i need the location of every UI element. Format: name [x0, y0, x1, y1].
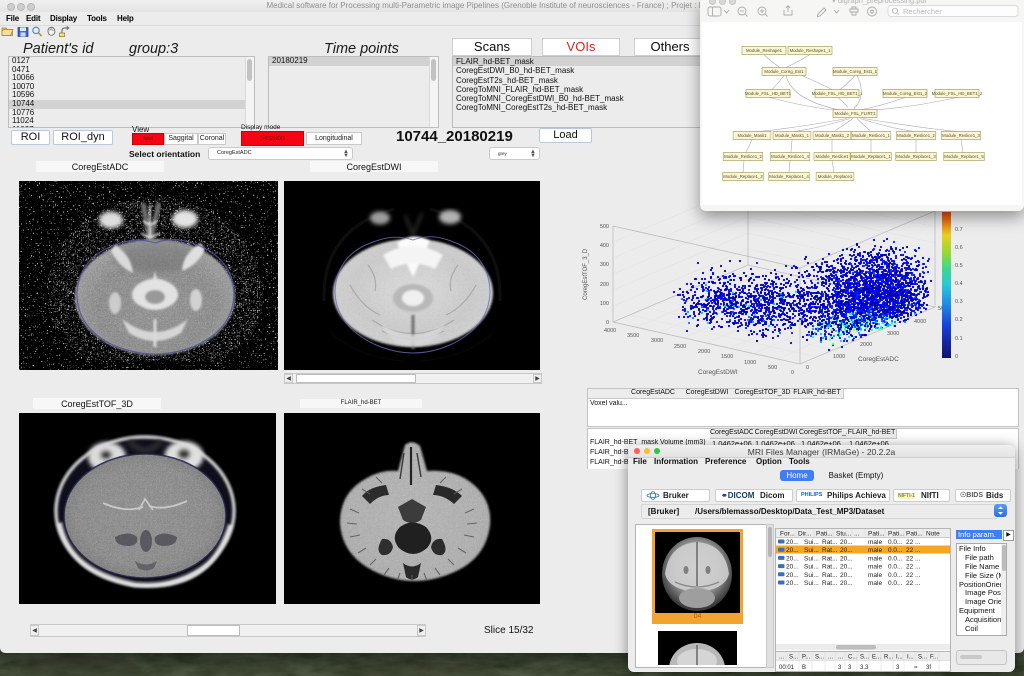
svg-text:3500: 3500 — [627, 333, 639, 339]
svg-text:3: 3 — [896, 665, 900, 671]
svg-text:300: 300 — [600, 262, 609, 268]
svg-text:0: 0 — [791, 370, 794, 376]
svg-text:1000: 1000 — [744, 360, 756, 366]
svg-text:Module_FSL_HD_BET1: Module_FSL_HD_BET1 — [745, 91, 792, 96]
svg-text:1000: 1000 — [833, 354, 845, 360]
svg-text:S...: S... — [860, 655, 869, 661]
svg-text:CoregEstTOF_3_D: CoregEstTOF_3_D — [583, 248, 589, 300]
svg-text:Module_Mask1: Module_Mask1 — [737, 133, 767, 138]
svg-text:S...: S... — [815, 655, 824, 661]
svg-text:...: ... — [838, 655, 843, 661]
svg-text:=: = — [914, 665, 918, 671]
svg-text:2500: 2500 — [674, 344, 686, 350]
svg-text:Module_Reslice1_2: Module_Reslice1_2 — [724, 154, 762, 159]
svg-text:0.0...: 0.0... — [888, 539, 903, 546]
svg-text:Module_Replace1_5: Module_Replace1_5 — [944, 154, 984, 159]
svg-text:B: B — [802, 665, 806, 671]
svg-text:Pati...: Pati... — [906, 531, 923, 538]
svg-text:00:01: 00:01 — [779, 665, 795, 671]
svg-text:S...: S... — [789, 655, 798, 661]
svg-text:Note: Note — [926, 531, 940, 538]
svg-text:CoregEstDWI: CoregEstDWI — [698, 369, 738, 376]
svg-text:0.5: 0.5 — [955, 263, 963, 269]
svg-text:2000: 2000 — [698, 349, 710, 355]
svg-text:...: ... — [854, 531, 860, 538]
svg-text:Module_Reslice1: Module_Reslice1 — [816, 154, 850, 159]
svg-text:0.6: 0.6 — [955, 245, 963, 251]
svg-text:0.1: 0.1 — [955, 336, 963, 342]
svg-text:Module_Replace1: Module_Replace1 — [818, 174, 853, 179]
svg-text:E...: E... — [872, 655, 881, 661]
svg-text:Module_FSL_FLIRT1: Module_FSL_FLIRT1 — [834, 111, 876, 116]
svg-text:Module_Reslice1_1: Module_Reslice1_1 — [852, 133, 890, 138]
svg-text:Module_FSL_HD_BET1_2: Module_FSL_HD_BET1_2 — [932, 91, 983, 96]
svg-text:Module_Mask1_2: Module_Mask1_2 — [815, 133, 850, 138]
svg-text:Pati...: Pati... — [816, 531, 833, 538]
svg-text:R...: R... — [884, 655, 894, 661]
svg-text:0.2: 0.2 — [955, 317, 963, 323]
svg-text:Rechercher: Rechercher — [903, 7, 942, 16]
svg-text:Module_Reshape1_1: Module_Reshape1_1 — [790, 48, 831, 53]
svg-text:P...: P... — [802, 655, 811, 661]
svg-text:200: 200 — [600, 282, 609, 288]
svg-text:F...: F... — [930, 655, 938, 661]
svg-text:4000: 4000 — [914, 319, 926, 325]
svg-text:Module_Replace1_2: Module_Replace1_2 — [723, 174, 763, 179]
svg-text:0.4: 0.4 — [955, 281, 963, 287]
svg-text:I...: I... — [907, 655, 914, 661]
svg-text:500: 500 — [600, 224, 609, 230]
svg-text:Module_FSL_HD_BET1_1: Module_FSL_HD_BET1_1 — [812, 91, 863, 96]
svg-text:400: 400 — [600, 243, 609, 249]
svg-text:Module_Replace1_4: Module_Replace1_4 — [769, 174, 809, 179]
svg-text:0: 0 — [806, 365, 809, 371]
svg-text:0: 0 — [955, 354, 958, 360]
svg-text:20...: 20... — [840, 539, 853, 546]
svg-text:3000: 3000 — [887, 331, 899, 337]
svg-text:3: 3 — [838, 665, 842, 671]
svg-text:...: ... — [828, 655, 833, 661]
svg-text:4000: 4000 — [604, 328, 616, 334]
svg-text:C...: C... — [848, 655, 858, 661]
svg-text:Module_Reslice1_2: Module_Reslice1_2 — [897, 133, 935, 138]
svg-text:Module_Mask1_1: Module_Mask1_1 — [775, 133, 810, 138]
svg-text:I...: I... — [896, 655, 903, 661]
svg-text:Module_Coreg_Est1_2: Module_Coreg_Est1_2 — [883, 91, 928, 96]
svg-text:male: male — [868, 539, 882, 546]
svg-text:2000: 2000 — [860, 342, 872, 348]
svg-text:Rat...: Rat... — [822, 539, 838, 546]
svg-text:Module_Reslice1_3: Module_Reslice1_3 — [942, 133, 980, 138]
svg-text:Dir...: Dir... — [798, 531, 812, 538]
svg-text:1500: 1500 — [721, 354, 733, 360]
svg-text:S...: S... — [918, 655, 927, 661]
svg-text:Module_Replace1_1: Module_Replace1_1 — [851, 154, 891, 159]
svg-text:Module_Coreg_Est1: Module_Coreg_Est1 — [764, 69, 804, 74]
svg-text:100: 100 — [600, 301, 609, 307]
svg-text:3.3: 3.3 — [860, 665, 869, 671]
svg-text:20...: 20... — [786, 539, 799, 546]
svg-text:Pati...: Pati... — [868, 531, 885, 538]
svg-text:Pati...: Pati... — [888, 531, 905, 538]
svg-text:0.3: 0.3 — [955, 299, 963, 305]
svg-text:22 ...: 22 ... — [906, 539, 921, 546]
svg-text:Module_Coreg_Est1_1: Module_Coreg_Est1_1 — [833, 69, 878, 74]
svg-text:Module_Replace1_3: Module_Replace1_3 — [896, 154, 936, 159]
svg-text:Sui...: Sui... — [804, 539, 819, 546]
svg-text:...: ... — [779, 655, 784, 661]
svg-text:Stu...: Stu... — [836, 531, 851, 538]
svg-text:Module_Reslice1_4: Module_Reslice1_4 — [771, 154, 809, 159]
svg-text:500: 500 — [768, 365, 777, 371]
svg-text:Module_Reshape1: Module_Reshape1 — [746, 48, 783, 53]
svg-text:For...: For... — [780, 531, 795, 538]
svg-text:CoregEstADC: CoregEstADC — [858, 356, 899, 363]
svg-text:0: 0 — [606, 320, 609, 326]
svg-text:0.7: 0.7 — [955, 227, 963, 233]
svg-text:3: 3 — [848, 665, 852, 671]
svg-text:3000: 3000 — [651, 338, 663, 344]
